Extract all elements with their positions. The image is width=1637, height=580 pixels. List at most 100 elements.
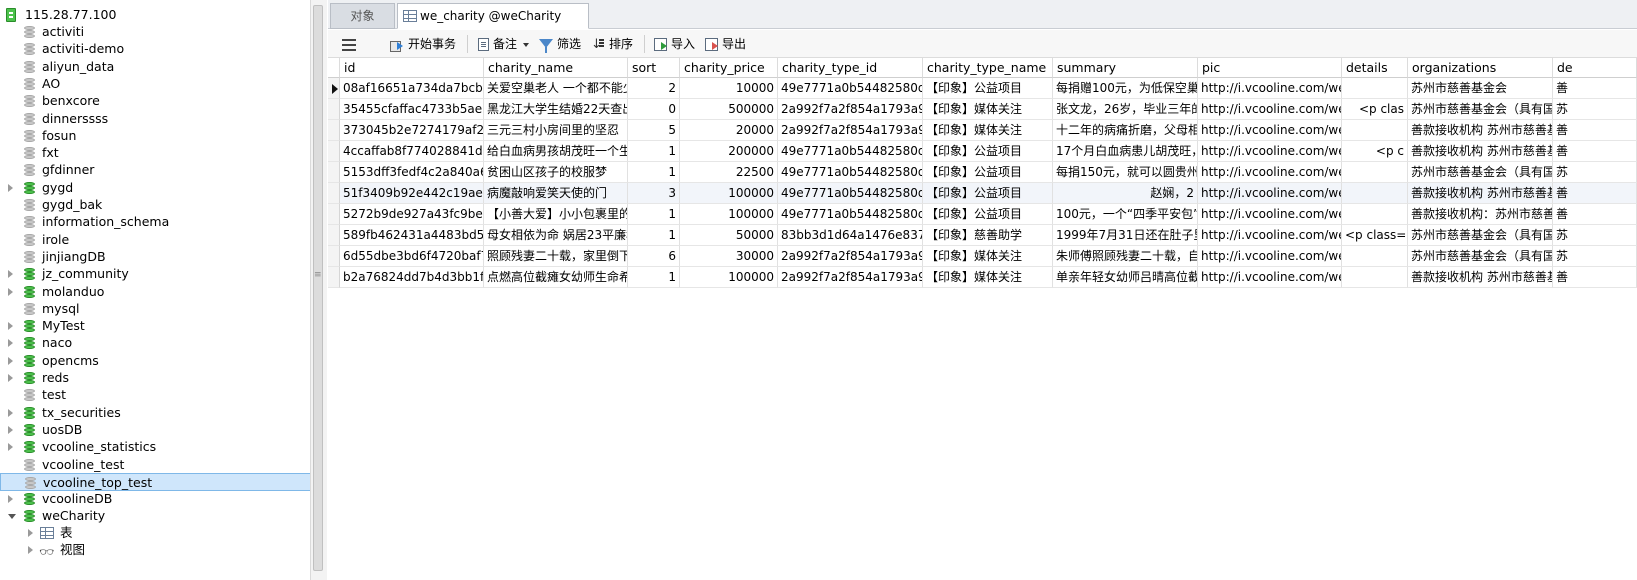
tree-db-node[interactable]: reds	[0, 369, 322, 387]
table-cell[interactable]: 1	[628, 204, 680, 225]
table-cell[interactable]: 3	[628, 183, 680, 204]
table-cell[interactable]: 苏州市慈善基金会（具有国	[1408, 162, 1553, 183]
table-cell[interactable]: http://i.vcooline.com/weD	[1198, 204, 1342, 225]
table-cell[interactable]: 十二年的病痛折磨，父母相继	[1053, 120, 1198, 141]
column-header[interactable]: pic	[1198, 58, 1342, 78]
tree-db-node[interactable]: benxcore	[0, 92, 322, 110]
table-cell[interactable]: 6	[628, 246, 680, 267]
expand-arrow-icon[interactable]	[8, 322, 13, 331]
table-row[interactable]: 5272b9de927a43fc9be3e0【小善大爱】小小包裹里的110000…	[328, 204, 1637, 225]
table-cell[interactable]: 2a992f7a2f854a1793a970	[778, 99, 923, 120]
sort-button[interactable]: 排序	[591, 34, 633, 55]
menu-button[interactable]	[342, 34, 360, 54]
table-cell[interactable]: 1	[628, 162, 680, 183]
table-cell[interactable]: 苏	[1553, 246, 1637, 267]
row-indicator[interactable]	[328, 225, 340, 246]
table-cell[interactable]: 每捐赠100元，为低保空巢老	[1053, 78, 1198, 99]
table-cell[interactable]: 善	[1553, 120, 1637, 141]
tree-db-node[interactable]: gfdinner	[0, 161, 322, 179]
row-indicator[interactable]	[328, 204, 340, 225]
tree-db-node[interactable]: irole	[0, 231, 322, 249]
table-cell[interactable]: 1	[628, 225, 680, 246]
table-cell[interactable]: 5272b9de927a43fc9be3e0	[340, 204, 484, 225]
table-cell[interactable]: 17个月白血病患儿胡茂旺，	[1053, 141, 1198, 162]
table-cell[interactable]: 苏州市慈善基金会	[1408, 78, 1553, 99]
table-cell[interactable]: 善	[1553, 204, 1637, 225]
table-cell[interactable]: 苏州市慈善基金会（具有国	[1408, 225, 1553, 246]
table-cell[interactable]: 善款接收机构 苏州市慈善基	[1408, 183, 1553, 204]
table-row[interactable]: 51f3409b92e442c19ae6bb病魔敲响爱笑天使的门31000004…	[328, 183, 1637, 204]
tree-db-node[interactable]: test	[0, 386, 322, 404]
row-indicator[interactable]	[328, 120, 340, 141]
table-cell[interactable]: 08af16651a734da7bcb597	[340, 78, 484, 99]
table-cell[interactable]: 【印象】媒体关注	[923, 99, 1053, 120]
tree-db-node[interactable]: jinjiangDB	[0, 248, 322, 266]
memo-button[interactable]: 备注	[478, 34, 530, 54]
row-indicator[interactable]	[328, 162, 340, 183]
tree-db-node[interactable]: information_schema	[0, 213, 322, 231]
table-cell[interactable]: http://i.vcooline.com/weD	[1198, 246, 1342, 267]
tree-db-node[interactable]: activiti	[0, 23, 322, 41]
row-indicator[interactable]	[328, 99, 340, 120]
tree-db-node[interactable]: tx_securities	[0, 404, 322, 422]
table-cell[interactable]: 100000	[680, 267, 778, 288]
table-cell[interactable]	[1342, 183, 1408, 204]
table-cell[interactable]: 49e7771a0b54482580db4	[778, 204, 923, 225]
table-cell[interactable]: <p class="	[1342, 225, 1408, 246]
table-cell[interactable]: 善	[1553, 267, 1637, 288]
table-cell[interactable]: 2a992f7a2f854a1793a970	[778, 246, 923, 267]
table-cell[interactable]: 4ccaffab8f774028841deec	[340, 141, 484, 162]
expand-arrow-icon[interactable]	[8, 287, 13, 296]
table-row[interactable]: 5153dff3fedf4c2a840a643贫困山区孩子的校服梦1225004…	[328, 162, 1637, 183]
splitter-grip-icon[interactable]: ≡	[314, 270, 322, 280]
tree-db-node[interactable]: weCharity	[0, 507, 322, 525]
table-cell[interactable]: 苏州市慈善基金会（具有国	[1408, 246, 1553, 267]
table-cell[interactable]: 20000	[680, 120, 778, 141]
table-row[interactable]: 373045b2e7274179af277c三元三村小房间里的坚忍5200002…	[328, 120, 1637, 141]
table-cell[interactable]: 【印象】媒体关注	[923, 267, 1053, 288]
table-cell[interactable]: 善款接收机构：苏州市慈善基	[1408, 204, 1553, 225]
table-row[interactable]: 4ccaffab8f774028841deec给白血病男孩胡茂旺一个生命1200…	[328, 141, 1637, 162]
table-cell[interactable]: 49e7771a0b54482580db4	[778, 162, 923, 183]
table-cell[interactable]: http://i.vcooline.com/weD	[1198, 78, 1342, 99]
filter-button[interactable]: 筛选	[539, 34, 581, 54]
table-cell[interactable]: 【印象】媒体关注	[923, 246, 1053, 267]
expand-arrow-icon[interactable]	[28, 546, 33, 554]
tree-db-node[interactable]: fosun	[0, 127, 322, 145]
column-header[interactable]: details	[1342, 58, 1408, 78]
table-cell[interactable]: 49e7771a0b54482580db4	[778, 141, 923, 162]
begin-transaction-button[interactable]: 开始事务	[390, 34, 456, 54]
table-cell[interactable]: 22500	[680, 162, 778, 183]
tree-db-node[interactable]: mysql	[0, 300, 322, 318]
tree-db-node[interactable]: molanduo	[0, 283, 322, 301]
column-header[interactable]: organizations	[1408, 58, 1553, 78]
table-cell[interactable]: 照顾残妻二十载，家里倒下	[484, 246, 628, 267]
table-cell[interactable]: 10000	[680, 78, 778, 99]
expand-arrow-icon[interactable]	[8, 495, 13, 504]
table-cell[interactable]: 49e7771a0b54482580db4	[778, 78, 923, 99]
table-cell[interactable]: 【印象】慈善助学	[923, 225, 1053, 246]
table-cell[interactable]: http://i.vcooline.com/weD	[1198, 99, 1342, 120]
table-cell[interactable]: 善	[1553, 141, 1637, 162]
table-cell[interactable]: 100000	[680, 183, 778, 204]
row-indicator[interactable]	[328, 183, 340, 204]
tree-db-node[interactable]: gygd	[0, 179, 322, 197]
table-cell[interactable]: 点燃高位截瘫女幼师生命希望	[484, 267, 628, 288]
expand-arrow-icon[interactable]	[8, 425, 13, 434]
table-cell[interactable]: http://i.vcooline.com/weD	[1198, 141, 1342, 162]
table-cell[interactable]: 病魔敲响爱笑天使的门	[484, 183, 628, 204]
import-button[interactable]: 导入	[654, 34, 695, 54]
column-header[interactable]: summary	[1053, 58, 1198, 78]
table-cell[interactable]: 善	[1553, 183, 1637, 204]
table-row[interactable]: b2a76824dd7b4d3bb1f0c 点燃高位截瘫女幼师生命希望 1 10000…	[328, 267, 1637, 288]
table-cell[interactable]	[1342, 162, 1408, 183]
table-cell[interactable]: 1999年7月31日还在肚子里	[1053, 225, 1198, 246]
table-cell[interactable]: 35455cfaffac4733b5ae308	[340, 99, 484, 120]
table-cell[interactable]: 0	[628, 99, 680, 120]
tree-node-views[interactable]: 👓︎ 视图	[0, 541, 322, 559]
table-cell[interactable]: http://i.vcooline.com/weD	[1198, 225, 1342, 246]
expand-arrow-icon[interactable]	[8, 356, 13, 365]
tree-db-node[interactable]: naco	[0, 334, 322, 352]
table-cell[interactable]: 2	[628, 78, 680, 99]
table-cell[interactable]: 苏	[1553, 162, 1637, 183]
